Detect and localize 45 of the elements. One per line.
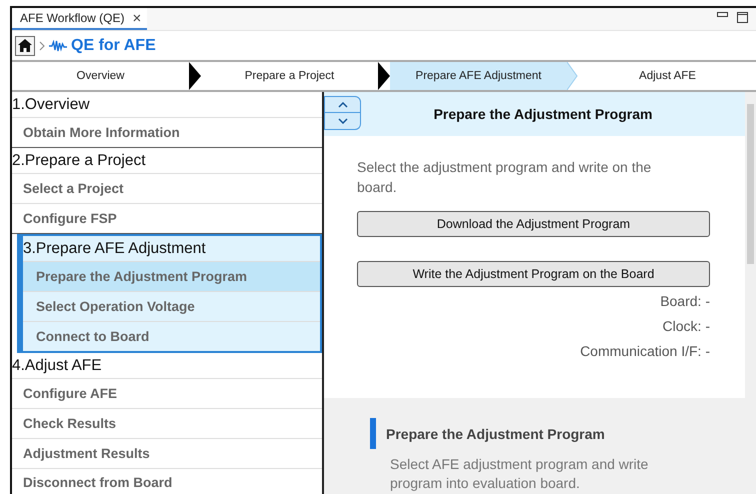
up-button[interactable]	[324, 96, 361, 113]
menu-heading[interactable]: 2.Prepare a Project	[12, 148, 322, 174]
description-text: Select the adjustment program and write on the board.	[357, 158, 652, 197]
editor-tab[interactable]: AFE Workflow (QE) ×	[12, 8, 148, 30]
tab-title: AFE Workflow (QE)	[20, 11, 124, 25]
chevron-icon	[39, 40, 45, 50]
step-chevron-icon	[567, 62, 579, 90]
maximize-icon[interactable]	[737, 12, 748, 23]
status-text: Clock: -	[662, 317, 710, 336]
minimize-icon[interactable]	[717, 12, 728, 18]
menu-item[interactable]: Check Results	[12, 409, 322, 439]
scrollbar-thumb[interactable]	[747, 104, 754, 264]
action-button[interactable]: Download the Adjustment Program	[357, 211, 710, 237]
close-icon[interactable]: ×	[132, 10, 142, 26]
step-arrow-icon	[189, 62, 201, 90]
step-arrow-icon	[378, 62, 390, 90]
waveform-icon	[49, 40, 67, 52]
menu-heading[interactable]: 1.Overview	[12, 92, 322, 118]
workflow-step[interactable]: Overview	[12, 62, 189, 90]
menu-item[interactable]: Configure FSP	[12, 204, 322, 233]
help-text: Select AFE adjustment program and write program into evaluation board.	[390, 455, 650, 493]
workflow-step[interactable]: Adjust AFE	[579, 62, 756, 90]
workflow-step[interactable]: Prepare a Project	[201, 62, 378, 90]
status-text: Board: -	[660, 292, 710, 311]
home-icon	[18, 39, 32, 52]
up-icon	[338, 102, 348, 108]
menu-item[interactable]: Configure AFE	[12, 379, 322, 409]
panel-title: Prepare the Adjustment Program	[432, 106, 654, 122]
menu-item[interactable]: Obtain More Information	[12, 118, 322, 147]
menu-item[interactable]: Adjustment Results	[12, 439, 322, 469]
help-heading: Prepare the Adjustment Program	[386, 426, 605, 442]
action-button[interactable]: Write the Adjustment Program on the Board	[357, 261, 710, 287]
home-button[interactable]	[15, 36, 35, 56]
down-button[interactable]	[324, 113, 361, 130]
accent-bar	[370, 418, 376, 449]
menu-item[interactable]: Prepare the Adjustment Program	[23, 262, 320, 292]
status-text: Communication I/F: -	[580, 342, 710, 361]
page-title: QE for AFE	[71, 36, 156, 54]
scrollbar[interactable]	[745, 92, 756, 494]
down-icon	[338, 118, 348, 124]
menu-heading[interactable]: 4.Adjust AFE	[12, 353, 322, 379]
menu-item[interactable]: Connect to Board	[23, 322, 320, 351]
menu-item[interactable]: Select Operation Voltage	[23, 292, 320, 322]
menu-item[interactable]: Disconnect from Board	[12, 469, 322, 494]
menu-item[interactable]: Select a Project	[12, 174, 322, 204]
